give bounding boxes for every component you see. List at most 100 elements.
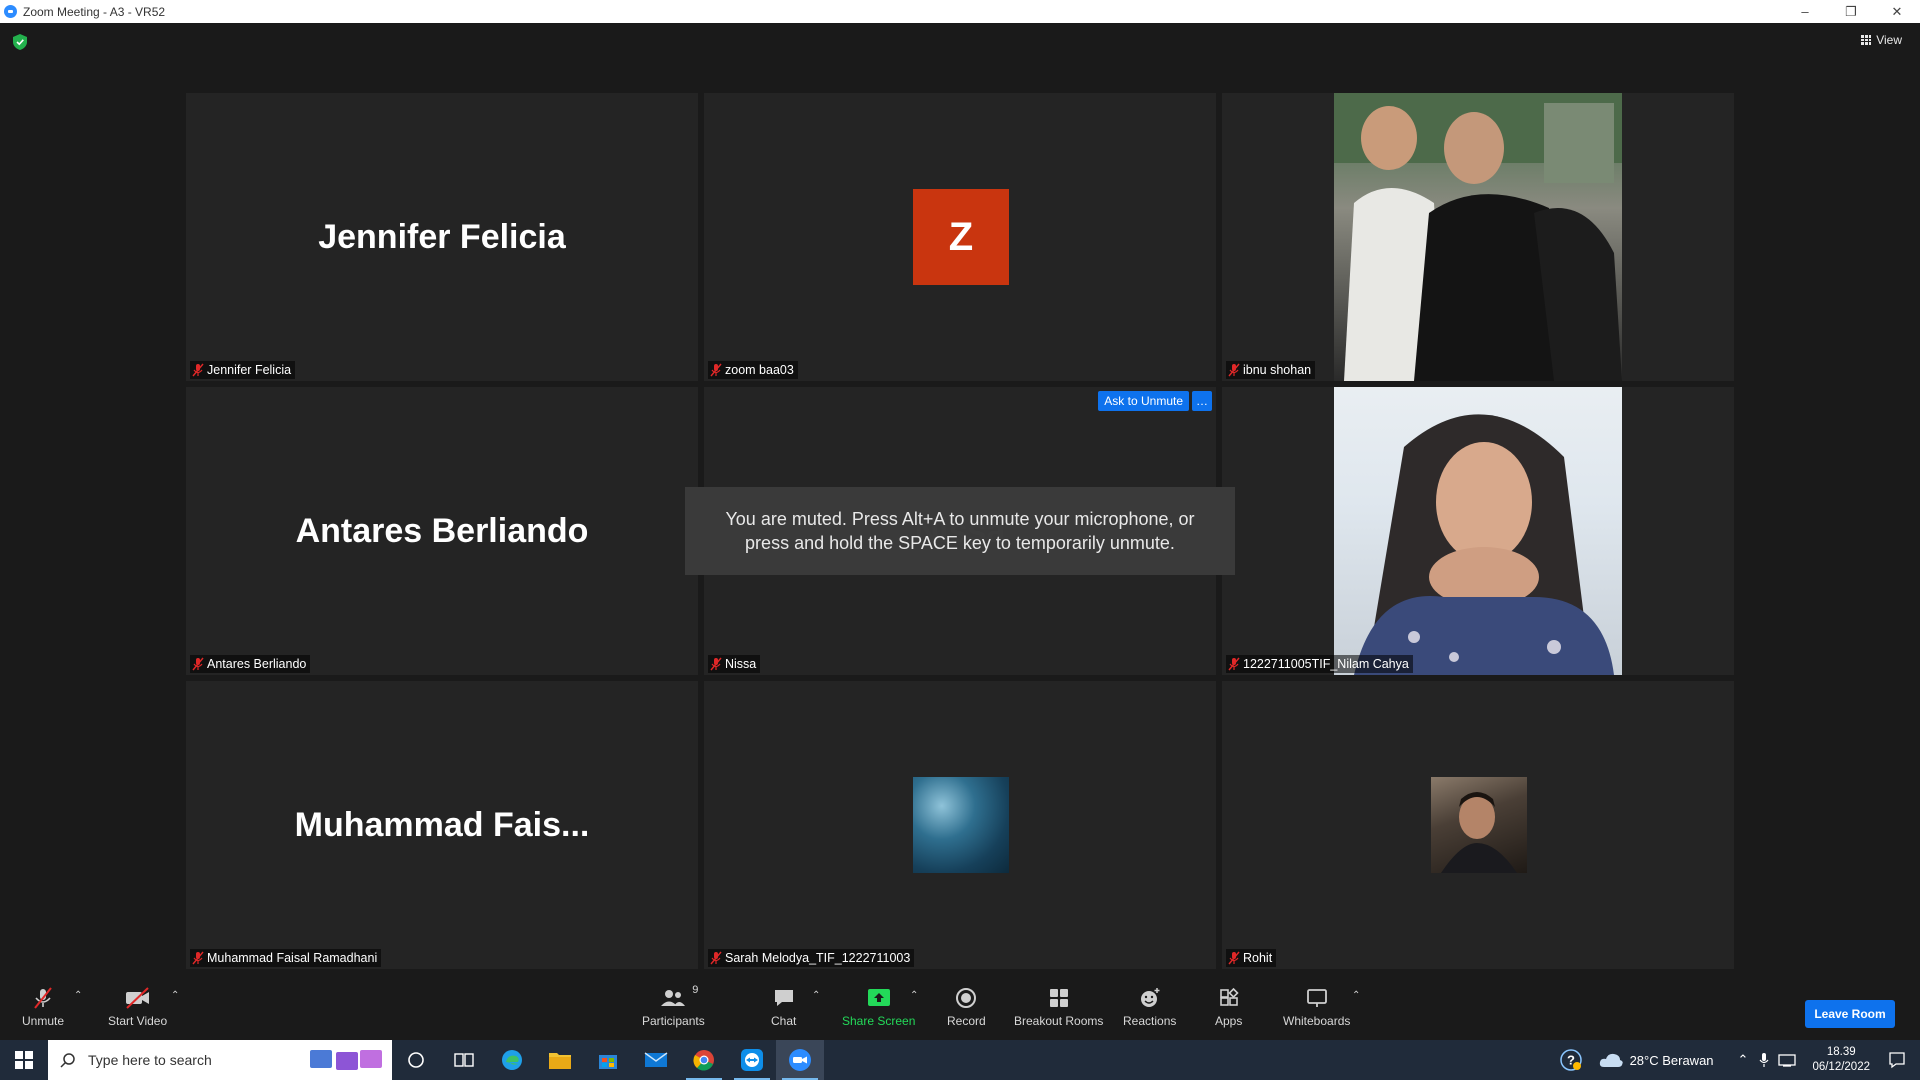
clock-time: 18.39 — [1826, 1046, 1856, 1058]
muted-mic-icon — [192, 951, 204, 965]
video-off-icon — [124, 986, 152, 1010]
share-options-caret-icon[interactable]: ⌃ — [910, 990, 918, 1001]
breakout-rooms-button[interactable]: Breakout Rooms — [1014, 986, 1103, 1028]
participant-display-name: Antares Berliando — [295, 511, 589, 550]
video-tile-jennifer[interactable]: Jennifer Felicia Jennifer Felicia — [186, 93, 698, 381]
minimize-button[interactable]: – — [1782, 0, 1828, 23]
weather-text[interactable]: 28°C Berawan — [1630, 1053, 1714, 1068]
video-tile-muhammad[interactable]: Muhammad Fais... Muhammad Faisal Ramadha… — [186, 681, 698, 969]
participant-profile-photo — [1334, 387, 1622, 675]
participants-count: 9 — [692, 984, 699, 996]
apps-button[interactable]: Apps — [1215, 986, 1242, 1028]
file-explorer-taskbar-button[interactable] — [536, 1040, 584, 1080]
share-screen-icon — [866, 986, 892, 1010]
view-label: View — [1876, 33, 1902, 47]
participant-profile-thumbnail — [913, 777, 1009, 873]
apps-icon — [1217, 986, 1241, 1010]
video-tile-ibnu[interactable]: ibnu shohan — [1222, 93, 1734, 381]
taskbar-clock[interactable]: 18.39 06/12/2022 — [1812, 1045, 1870, 1075]
participants-button[interactable]: 9 Participants — [642, 984, 705, 1028]
reactions-button[interactable]: Reactions — [1123, 986, 1176, 1028]
store-taskbar-button[interactable] — [584, 1040, 632, 1080]
participant-name-label: Nissa — [708, 655, 761, 673]
chat-options-caret-icon[interactable]: ⌃ — [812, 990, 820, 1001]
start-button[interactable] — [0, 1040, 48, 1080]
start-video-button[interactable]: Start Video — [108, 986, 167, 1028]
leave-room-button[interactable]: Leave Room — [1805, 1000, 1895, 1028]
restore-button[interactable]: ❐ — [1828, 0, 1874, 23]
cloud-weather-icon — [1599, 1053, 1623, 1067]
search-placeholder: Type here to search — [88, 1052, 212, 1068]
participants-icon: 9 — [660, 984, 698, 1010]
mail-taskbar-button[interactable] — [632, 1040, 680, 1080]
video-tile-zoom-baa03[interactable]: Z zoom baa03 — [704, 93, 1216, 381]
zoom-app-icon — [4, 5, 17, 18]
edge-browser-icon — [502, 1050, 522, 1070]
folder-icon — [549, 1053, 571, 1069]
record-icon — [954, 986, 978, 1010]
task-view-icon — [454, 1053, 474, 1067]
taskbar-search-box[interactable]: Type here to search — [48, 1040, 392, 1080]
close-button[interactable]: ✕ — [1874, 0, 1920, 23]
muted-mic-icon — [710, 657, 722, 671]
system-tray: ? 28°C Berawan ⌃ 18.39 06/12/2022 — [1559, 1040, 1920, 1080]
cortana-circle-icon — [408, 1052, 424, 1068]
chat-button[interactable]: Chat — [771, 986, 796, 1028]
participant-display-name: Muhammad Fais... — [294, 805, 590, 844]
muted-notification-toast: You are muted. Press Alt+A to unmute you… — [685, 487, 1235, 575]
store-bag-icon — [599, 1055, 617, 1069]
help-question-icon[interactable]: ? — [1559, 1049, 1582, 1071]
teamviewer-taskbar-button[interactable] — [728, 1040, 776, 1080]
meeting-controls-toolbar: Unmute ⌃ Start Video ⌃ 9 Participants Ch… — [0, 978, 1920, 1040]
video-tile-nilam[interactable]: 1222711005TIF_Nilam Cahya — [1222, 387, 1734, 675]
encryption-shield-icon[interactable] — [13, 34, 27, 50]
video-options-caret-icon[interactable]: ⌃ — [171, 990, 179, 1001]
windows-logo-icon — [15, 1051, 33, 1069]
record-button[interactable]: Record — [947, 986, 986, 1028]
share-screen-button[interactable]: Share Screen — [842, 986, 915, 1028]
reactions-smiley-icon — [1138, 986, 1162, 1010]
muted-mic-icon — [192, 657, 204, 671]
participant-name-label: Muhammad Faisal Ramadhani — [190, 949, 382, 967]
search-icon — [60, 1053, 75, 1068]
task-view-button[interactable] — [440, 1040, 488, 1080]
chrome-taskbar-button[interactable] — [680, 1040, 728, 1080]
audio-options-caret-icon[interactable]: ⌃ — [74, 990, 82, 1001]
window-controls: – ❐ ✕ — [1782, 0, 1920, 23]
muted-mic-icon — [710, 363, 722, 377]
show-hidden-icons-chevron-icon[interactable]: ⌃ — [1738, 1052, 1749, 1068]
network-tray-icon[interactable] — [1778, 1053, 1797, 1067]
ask-to-unmute-button[interactable]: Ask to Unmute — [1098, 391, 1189, 411]
meeting-area: View Jennifer Felicia Jennifer Felicia Z… — [0, 23, 1920, 978]
muted-mic-icon — [1228, 363, 1240, 377]
participant-avatar: Z — [913, 189, 1009, 285]
search-highlights-icon — [310, 1050, 382, 1070]
whiteboard-icon — [1305, 986, 1329, 1010]
participant-name-label: 1222711005TIF_Nilam Cahya — [1226, 655, 1413, 673]
notifications-icon[interactable] — [1888, 1051, 1906, 1069]
participant-name-label: Antares Berliando — [190, 655, 311, 673]
breakout-rooms-icon — [1047, 986, 1071, 1010]
muted-mic-icon — [1228, 657, 1240, 671]
edge-taskbar-button[interactable] — [488, 1040, 536, 1080]
whiteboard-options-caret-icon[interactable]: ⌃ — [1352, 990, 1360, 1001]
zoom-taskbar-button[interactable] — [776, 1040, 824, 1080]
participant-name-label: Jennifer Felicia — [190, 361, 296, 379]
participant-name-label: ibnu shohan — [1226, 361, 1316, 379]
chrome-browser-icon — [693, 1050, 714, 1071]
tile-more-options-button[interactable]: … — [1192, 391, 1212, 411]
muted-mic-icon — [31, 986, 55, 1010]
video-tile-rohit[interactable]: Rohit — [1222, 681, 1734, 969]
participant-name-label: Sarah Melodya_TIF_1222711003 — [708, 949, 915, 967]
title-bar: Zoom Meeting - A3 - VR52 – ❐ ✕ — [0, 0, 1920, 23]
view-button[interactable]: View — [1861, 33, 1902, 47]
whiteboards-button[interactable]: Whiteboards — [1283, 986, 1350, 1028]
video-tile-sarah[interactable]: Sarah Melodya_TIF_1222711003 — [704, 681, 1216, 969]
microphone-tray-icon[interactable] — [1758, 1052, 1770, 1068]
unmute-button[interactable]: Unmute — [22, 986, 64, 1028]
participant-profile-thumbnail — [1431, 777, 1527, 873]
chat-icon — [772, 986, 796, 1010]
cortana-button[interactable] — [392, 1040, 440, 1080]
muted-mic-icon — [192, 363, 204, 377]
video-tile-antares[interactable]: Antares Berliando Antares Berliando — [186, 387, 698, 675]
